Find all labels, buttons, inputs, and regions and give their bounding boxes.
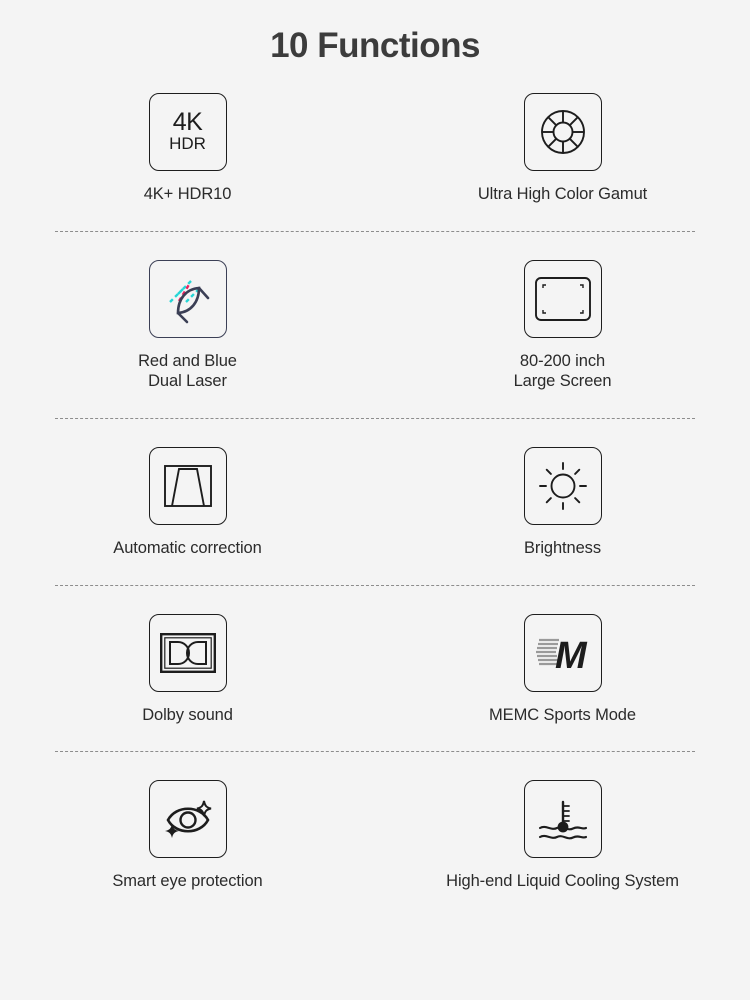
keystone-correction-icon <box>148 446 227 525</box>
eye-protection-icon <box>148 780 227 859</box>
feature-label: 4K+ HDR10 <box>143 185 232 203</box>
feature-label: MEMC Sports Mode <box>489 705 636 724</box>
feature-label: Smart eye protection <box>112 872 263 891</box>
feature-item-large-screen[interactable]: 80-200 inch Large Screen <box>375 259 750 392</box>
feature-label: Dolby sound <box>142 705 233 724</box>
feature-item-red-blue-dual-laser[interactable]: Red and Blue Dual Laser <box>0 259 375 392</box>
feature-item-ultra-high-color-gamut[interactable]: Ultra High Color Gamut <box>375 93 750 205</box>
screen-icon <box>523 259 602 338</box>
feature-item-dolby-sound[interactable]: Dolby sound <box>0 613 375 726</box>
feature-row: Red and Blue Dual Laser 80-200 inch Larg… <box>0 232 750 392</box>
feature-item-automatic-correction[interactable]: Automatic correction <box>0 446 375 559</box>
feature-label: High-end Liquid Cooling System <box>446 872 679 891</box>
feature-item-4k-hdr10[interactable]: 4K HDR 4K+ HDR10 <box>0 93 375 205</box>
feature-item-liquid-cooling-system[interactable]: High-end Liquid Cooling System <box>375 780 750 892</box>
memc-icon-letter: M <box>555 635 588 676</box>
feature-label: Red and Blue Dual Laser <box>138 351 237 391</box>
feature-label: Brightness <box>524 538 601 557</box>
feature-label: 80-200 inch Large Screen <box>513 351 612 391</box>
dual-laser-icon <box>148 259 227 338</box>
sun-brightness-icon <box>523 446 602 525</box>
feature-row: 4K HDR 4K+ HDR10 Ultra High Color Gamut <box>0 77 750 205</box>
page-title: 10 Functions <box>270 26 480 65</box>
features-page: 10 Functions 4K HDR 4K+ HDR10 Ultra High… <box>0 0 750 1000</box>
feature-label: Ultra High Color Gamut <box>477 185 648 203</box>
memc-motion-icon: M <box>523 613 602 692</box>
color-wheel-icon <box>523 93 602 171</box>
4k-icon-sub-text: HDR <box>169 133 206 153</box>
feature-row: Smart eye protection High-end Liquid Coo… <box>0 752 750 892</box>
feature-grid: 4K HDR 4K+ HDR10 Ultra High Color Gamut … <box>0 77 750 892</box>
feature-item-brightness[interactable]: Brightness <box>375 446 750 559</box>
4k-hdr-icon: 4K HDR <box>148 93 227 171</box>
dolby-logo-icon <box>148 613 227 692</box>
feature-label: Automatic correction <box>113 538 262 557</box>
liquid-cooling-thermometer-icon <box>523 780 602 859</box>
feature-item-smart-eye-protection[interactable]: Smart eye protection <box>0 780 375 892</box>
4k-icon-main-text: 4K <box>172 108 203 137</box>
feature-row: Dolby sound M MEMC Sports Mode <box>0 586 750 726</box>
feature-row: Automatic correction Brightness <box>0 419 750 559</box>
feature-item-memc-sports-mode[interactable]: M MEMC Sports Mode <box>375 613 750 726</box>
